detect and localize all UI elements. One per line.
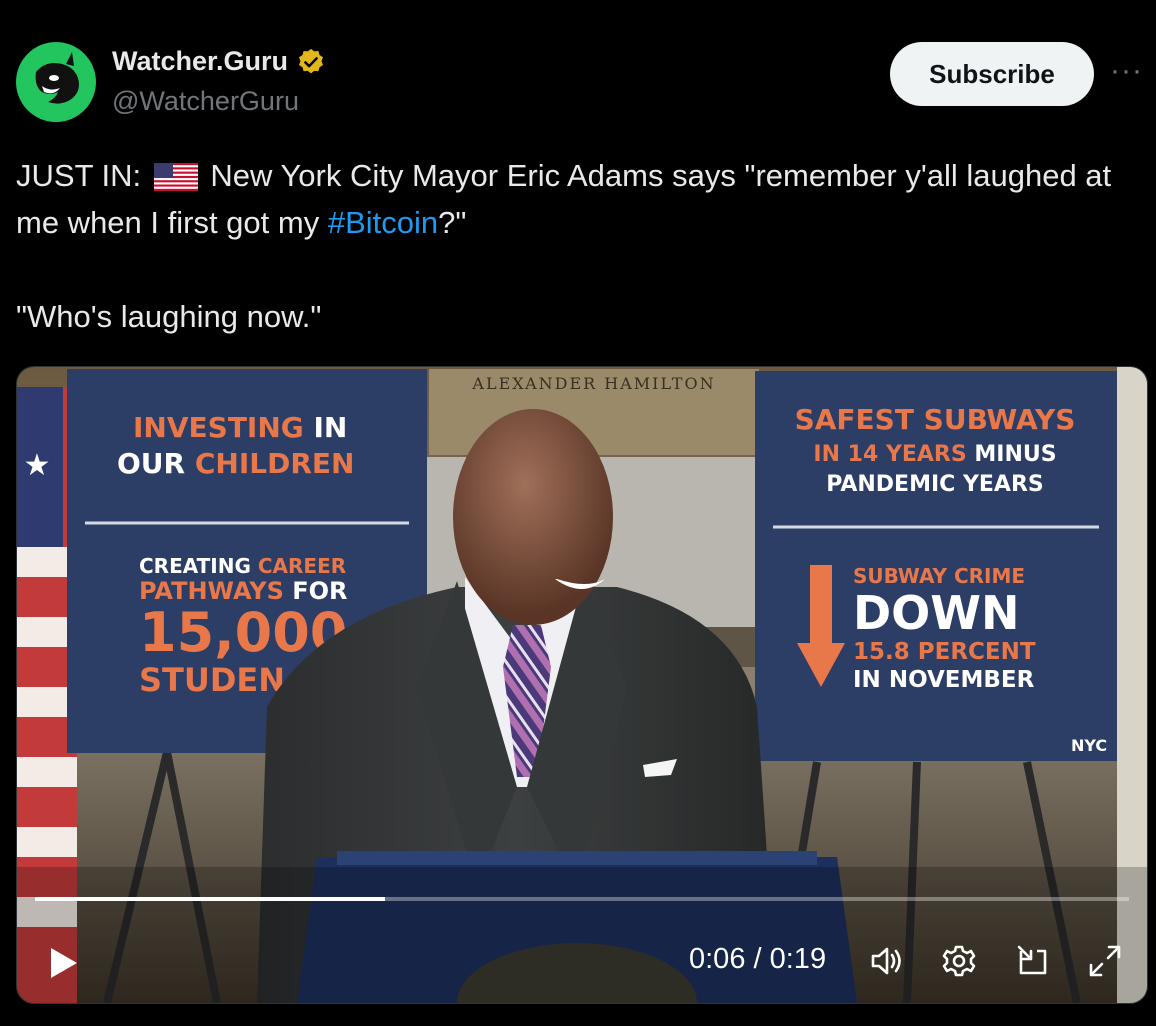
svg-text:IN 14 YEARS MINUS: IN 14 YEARS MINUS — [813, 442, 1056, 467]
video-total-time: 0:19 — [769, 943, 827, 975]
left-sign-investing: INVESTING — [133, 411, 304, 444]
video-controls: 0:06 / 0:19 — [17, 927, 1147, 997]
video-frame: ALEXANDER HAMILTON ★ INVESTING IN OUR CH… — [17, 367, 1147, 1003]
video-current-time: 0:06 — [689, 943, 746, 975]
video-progress-bar[interactable] — [35, 897, 1129, 901]
orca-logo-icon — [35, 52, 79, 104]
left-sign-students: STUDEN — [139, 661, 285, 699]
right-sign-percent: 15.8 PERCENT — [853, 639, 1036, 665]
tweet-text: JUST IN: New York City Mayor Eric Adams … — [16, 152, 1126, 340]
author-handle[interactable]: @WatcherGuru — [112, 86, 299, 117]
tweet-paragraph-1: JUST IN: New York City Mayor Eric Adams … — [16, 152, 1126, 246]
right-sign-subway-crime: SUBWAY CRIME — [853, 564, 1025, 588]
svg-text:CREATING CAREER: CREATING CAREER — [139, 554, 346, 578]
video-player[interactable]: ALEXANDER HAMILTON ★ INVESTING IN OUR CH… — [16, 366, 1148, 1004]
fullscreen-icon[interactable] — [1083, 939, 1127, 983]
svg-text:INVESTING IN: INVESTING IN — [133, 411, 347, 444]
left-sign-children: CHILDREN — [185, 447, 354, 480]
svg-text:★: ★ — [24, 449, 51, 482]
volume-icon[interactable] — [865, 939, 909, 983]
left-sign-in: IN — [304, 411, 348, 444]
tweet-body-end: ?" — [438, 205, 467, 240]
right-sign-14-years: IN 14 YEARS — [813, 442, 966, 467]
right-sign-minus: MINUS — [967, 442, 1057, 467]
right-sign-pandemic: PANDEMIC YEARS — [826, 472, 1044, 497]
settings-gear-icon[interactable] — [937, 939, 981, 983]
video-time: 0:06 / 0:19 — [689, 943, 827, 975]
avatar[interactable] — [16, 42, 96, 122]
hashtag-bitcoin-link[interactable]: #Bitcoin — [328, 205, 438, 240]
verified-gold-badge-icon[interactable] — [296, 47, 326, 77]
nyc-logo: NYC — [1071, 736, 1107, 755]
left-sign-creating: CREATING — [139, 554, 251, 578]
plaque-text: ALEXANDER HAMILTON — [471, 374, 715, 393]
right-sign-november: IN NOVEMBER — [853, 667, 1035, 693]
right-sign-safest: SAFEST SUBWAYS — [795, 403, 1076, 436]
more-options-icon[interactable]: ··· — [1110, 54, 1143, 88]
left-sign-career: CAREER — [251, 554, 346, 578]
svg-text:OUR CHILDREN: OUR CHILDREN — [117, 447, 354, 480]
right-sign-down: DOWN — [853, 586, 1020, 640]
subscribe-button[interactable]: Subscribe — [890, 42, 1094, 106]
tweet-prefix: JUST IN: — [16, 158, 150, 193]
author-name-row: Watcher.Guru — [112, 46, 326, 77]
left-sign-our: OUR — [117, 447, 185, 480]
play-icon[interactable] — [43, 943, 83, 983]
picture-in-picture-icon[interactable] — [1011, 939, 1055, 983]
author-display-name[interactable]: Watcher.Guru — [112, 46, 288, 77]
video-progress-fill — [35, 897, 386, 901]
tweet-paragraph-2: "Who's laughing now." — [16, 299, 322, 334]
down-arrow-icon — [810, 565, 832, 645]
us-flag-icon — [153, 163, 198, 191]
